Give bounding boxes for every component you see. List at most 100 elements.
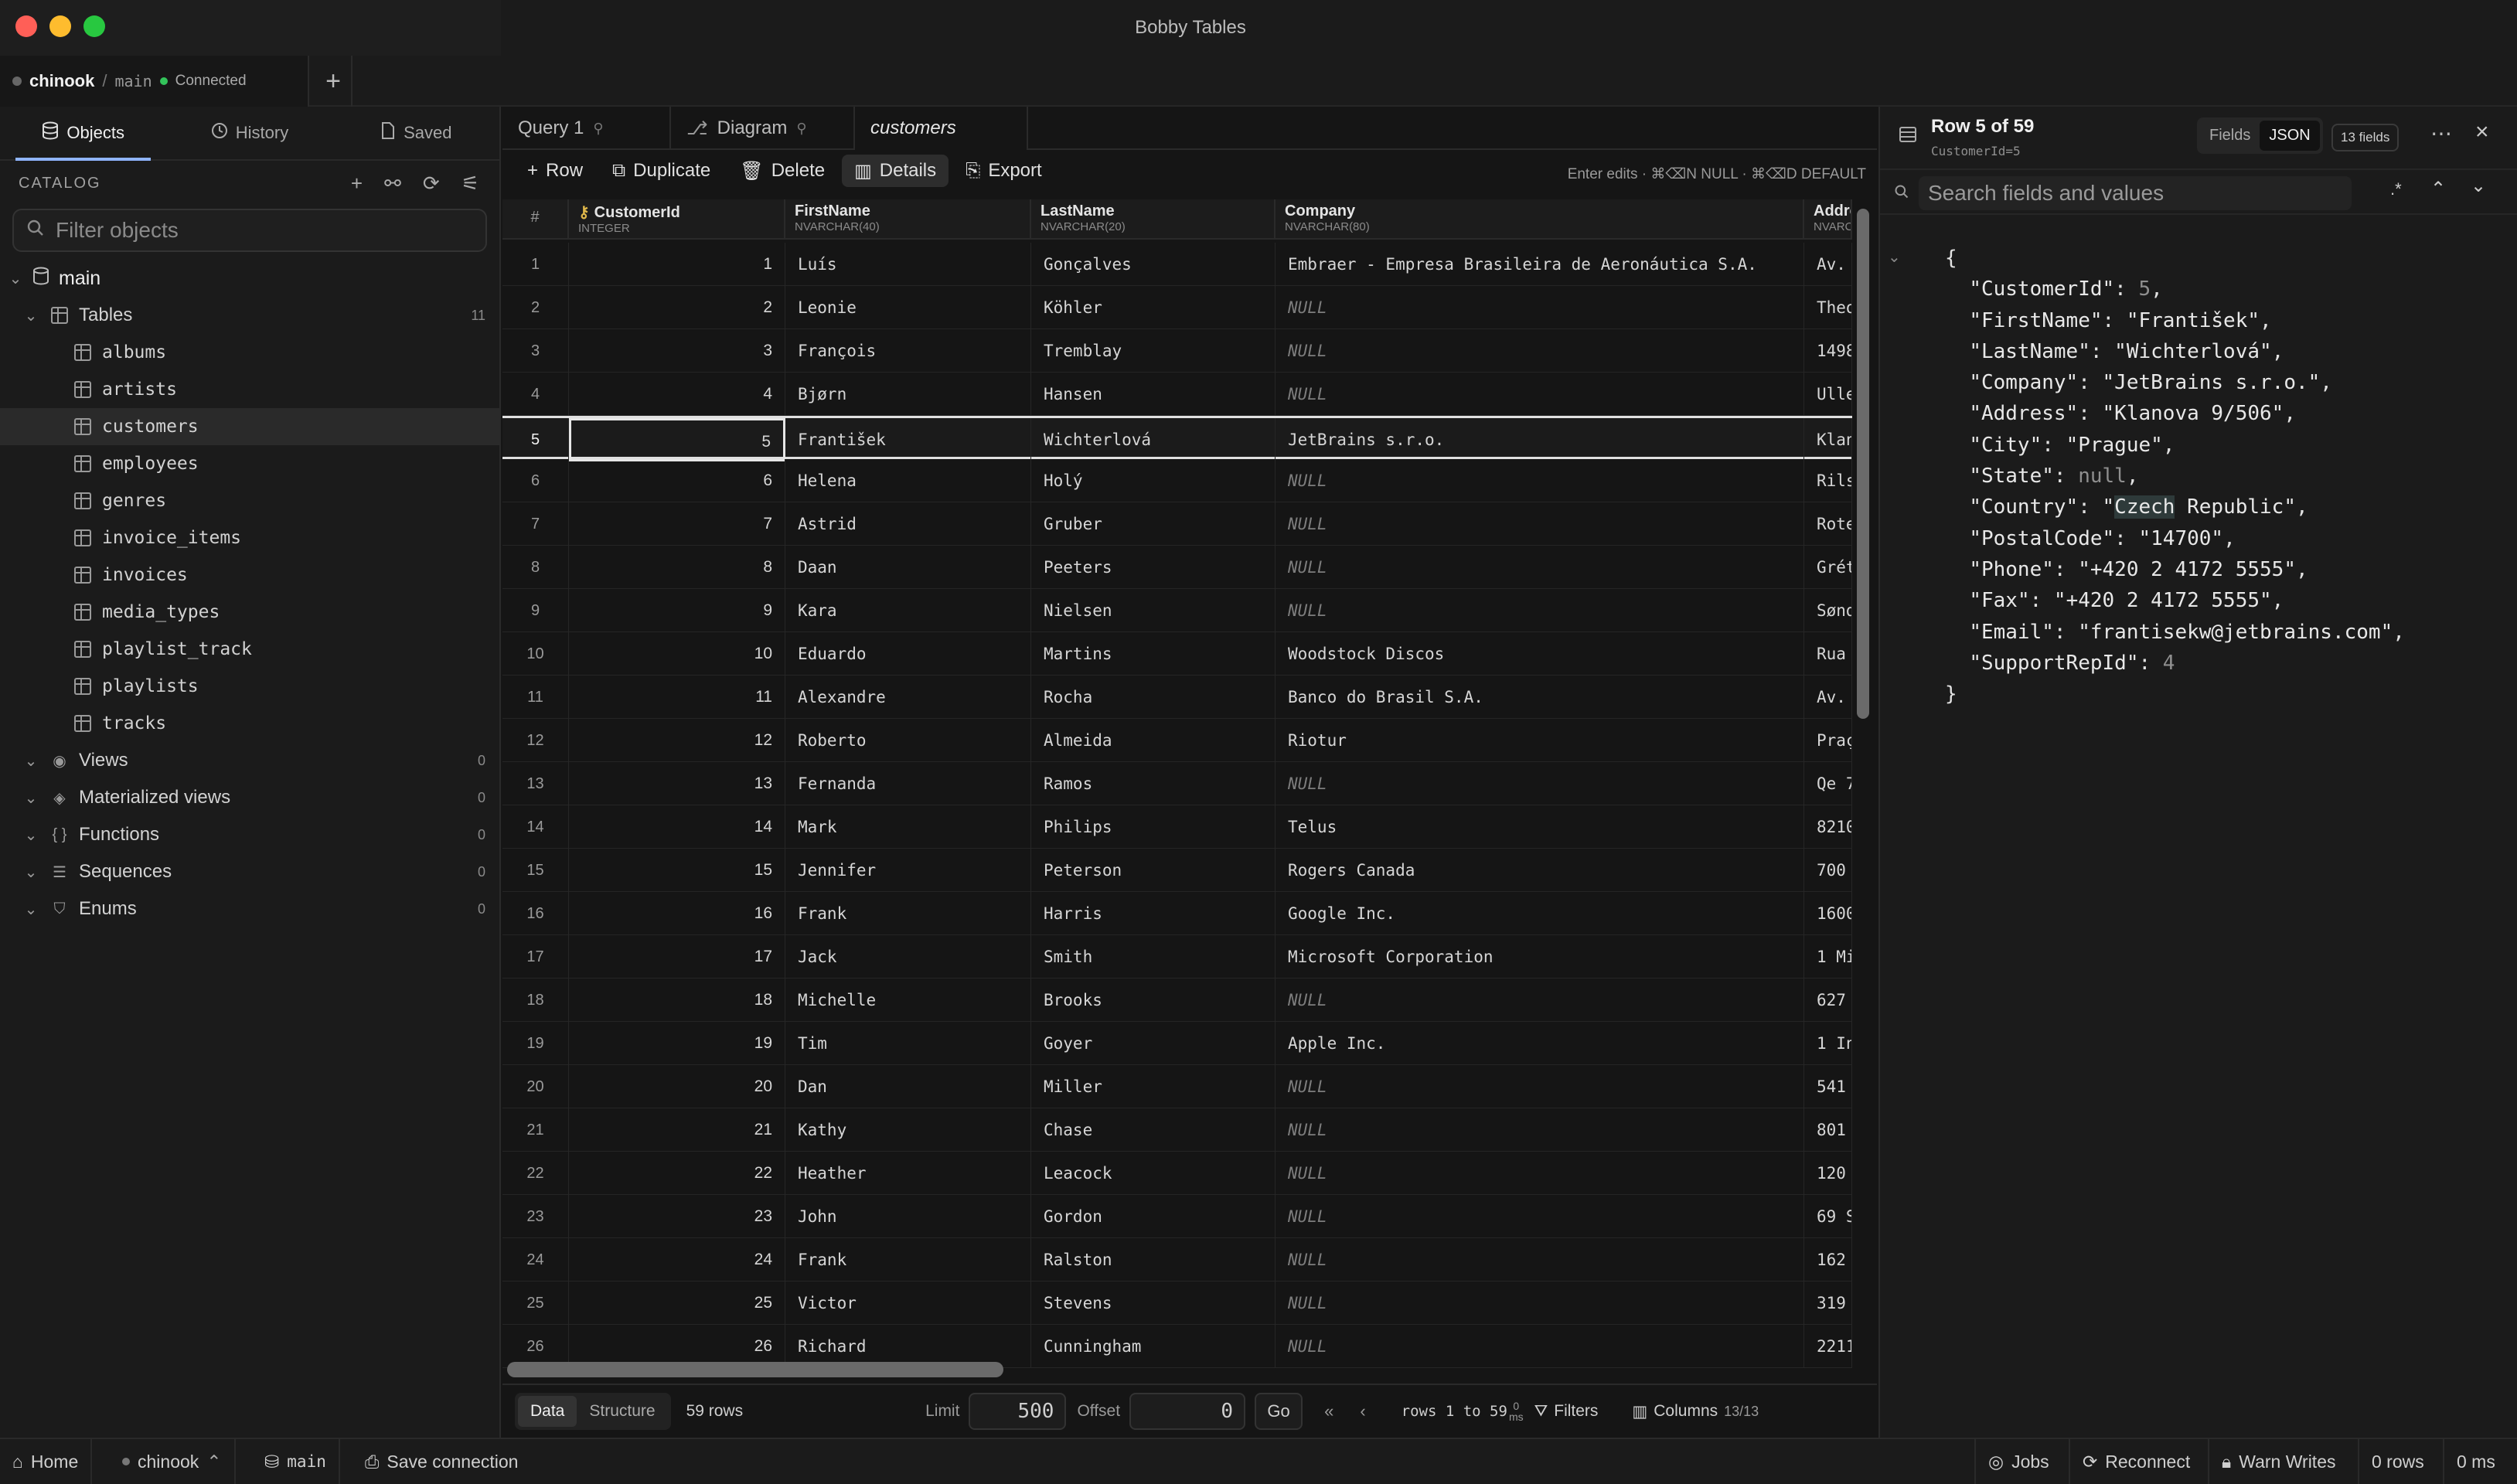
cell-firstname[interactable]: Helena — [785, 459, 1031, 502]
cell-firstname[interactable]: Victor — [785, 1281, 1031, 1325]
column-header-addre[interactable]: AddreNVARCH — [1804, 199, 1852, 240]
cell-addre[interactable]: 8210 — [1804, 805, 1852, 849]
cell-company[interactable]: NULL — [1276, 373, 1804, 416]
cell-addre[interactable]: 541 D — [1804, 1065, 1852, 1108]
cell-company[interactable]: NULL — [1276, 979, 1804, 1022]
details-button[interactable]: ▥ Details — [842, 155, 949, 187]
sidebar-item-invoice_items[interactable]: invoice_items — [0, 519, 499, 556]
cell-customerid[interactable]: 3 — [569, 329, 785, 373]
table-row[interactable]: 1717JackSmithMicrosoft Corporation1 Mic — [502, 935, 1852, 979]
cell-addre[interactable]: Av. P — [1804, 676, 1852, 719]
cell-lastname[interactable]: Rocha — [1031, 676, 1276, 719]
tab-diagram[interactable]: ⎇ Diagram ⚲ — [671, 107, 855, 150]
cell-company[interactable]: Google Inc. — [1276, 892, 1804, 935]
cell-company[interactable]: Embraer - Empresa Brasileira de Aeronáut… — [1276, 243, 1804, 286]
sidebar-item-genres[interactable]: genres — [0, 482, 499, 519]
tab-query-1[interactable]: Query 1 ⚲ — [502, 107, 671, 150]
chevron-down-icon[interactable]: ⌄ — [2471, 175, 2486, 197]
cell-customerid[interactable]: 22 — [569, 1152, 785, 1195]
table-row[interactable]: 1212RobertoAlmeidaRioturPraça — [502, 719, 1852, 762]
schema-indicator[interactable]: ⛁ main — [252, 1439, 340, 1484]
link-icon[interactable]: ⚯ — [384, 172, 403, 196]
cell-addre[interactable]: 319 N — [1804, 1281, 1852, 1325]
sidebar-item-playlist_track[interactable]: playlist_track — [0, 631, 499, 668]
save-connection-button[interactable]: ⎙ Save connection — [353, 1439, 530, 1484]
cell-company[interactable]: NULL — [1276, 1281, 1804, 1325]
cell-firstname[interactable]: Jack — [785, 935, 1031, 979]
sidebar-item-media_types[interactable]: media_types — [0, 594, 499, 631]
cell-customerid[interactable]: 13 — [569, 762, 785, 805]
cell-addre[interactable]: Roten — [1804, 502, 1852, 546]
table-row[interactable]: 99KaraNielsenNULLSønde — [502, 589, 1852, 632]
chevron-down-icon[interactable]: ⌄ — [20, 751, 42, 771]
tab-saved[interactable]: Saved — [333, 107, 499, 159]
cell-customerid[interactable]: 23 — [569, 1195, 785, 1238]
table-row[interactable]: 1818MichelleBrooksNULL627 B — [502, 979, 1852, 1022]
cell-customerid[interactable]: 7 — [569, 502, 785, 546]
add-object-icon[interactable]: + — [351, 172, 364, 196]
tree-group-tables[interactable]: ⌄ Tables 11 — [0, 297, 499, 334]
json-field[interactable]: "Phone": "+420 2 4172 5555", — [1969, 558, 2308, 581]
cell-addre[interactable]: Grétr — [1804, 546, 1852, 589]
previous-page-icon[interactable]: ‹ — [1360, 1401, 1365, 1421]
cell-firstname[interactable]: František — [785, 418, 1031, 461]
table-row[interactable]: 2525VictorStevensNULL319 N — [502, 1281, 1852, 1325]
filter-objects-input[interactable]: Filter objects — [12, 209, 487, 252]
sidebar-item-playlists[interactable]: playlists — [0, 668, 499, 705]
cell-lastname[interactable]: Brooks — [1031, 979, 1276, 1022]
json-field[interactable]: "PostalCode": "14700", — [1969, 527, 2235, 550]
cell-company[interactable]: Banco do Brasil S.A. — [1276, 676, 1804, 719]
cell-customerid[interactable]: 9 — [569, 589, 785, 632]
table-row[interactable]: 5 5 František Wichterlová JetBrains s.r.o. Kl… — [502, 416, 1852, 461]
cell-lastname[interactable]: Wichterlová — [1031, 418, 1276, 461]
sidebar-item-albums[interactable]: albums — [0, 334, 499, 371]
column-header-lastname[interactable]: LastName NVARCHAR(20) — [1031, 199, 1276, 240]
cell-company[interactable]: NULL — [1276, 286, 1804, 329]
table-row[interactable]: 1515JenniferPetersonRogers Canada700 W — [502, 849, 1852, 892]
more-options-icon[interactable]: ⋯ — [2430, 121, 2452, 146]
detail-search-input[interactable]: Search fields and values — [1919, 176, 2352, 210]
sidebar-item-invoices[interactable]: invoices — [0, 556, 499, 594]
table-row[interactable]: 2323JohnGordonNULL69 Sa — [502, 1195, 1852, 1238]
cell-addre[interactable]: 1498 — [1804, 329, 1852, 373]
chevron-down-icon[interactable]: ⌄ — [20, 900, 42, 919]
cell-customerid[interactable]: 5 — [569, 418, 785, 461]
tab-customers[interactable]: customers — [855, 107, 1028, 150]
cell-company[interactable]: Rogers Canada — [1276, 849, 1804, 892]
table-row[interactable]: 13 13 Fernanda Ramos NULL Qe 7 — [502, 762, 1852, 805]
cell-company[interactable]: NULL — [1276, 1195, 1804, 1238]
cell-lastname[interactable]: Holý — [1031, 459, 1276, 502]
cell-firstname[interactable]: Luís — [785, 243, 1031, 286]
cell-firstname[interactable]: Astrid — [785, 502, 1031, 546]
json-field[interactable]: "CustomerId": 5, — [1969, 277, 2162, 301]
cell-firstname[interactable]: Roberto — [785, 719, 1031, 762]
cell-lastname[interactable]: Smith — [1031, 935, 1276, 979]
table-row[interactable]: 2424FrankRalstonNULL162 E — [502, 1238, 1852, 1281]
cell-lastname[interactable]: Almeida — [1031, 719, 1276, 762]
cell-firstname[interactable]: Tim — [785, 1022, 1031, 1065]
tree-group-functions[interactable]: ⌄ { } Functions 0 — [0, 816, 499, 853]
fields-view-button[interactable]: Fields — [2200, 121, 2260, 151]
table-row[interactable]: 11 11 Alexandre Rocha Banco do Brasil S.A. Av… — [502, 676, 1852, 719]
table-row[interactable]: 14 14 Mark Philips Telus 8210 — [502, 805, 1852, 849]
cell-customerid[interactable]: 4 — [569, 373, 785, 416]
json-field[interactable]: "Fax": "+420 2 4172 5555", — [1969, 589, 2284, 612]
cell-firstname[interactable]: Daan — [785, 546, 1031, 589]
cell-customerid[interactable]: 10 — [569, 632, 785, 676]
data-view-button[interactable]: Data — [518, 1396, 577, 1427]
json-field[interactable]: "SupportRepId": 4 — [1969, 652, 2175, 675]
cell-lastname[interactable]: Stevens — [1031, 1281, 1276, 1325]
cell-customerid[interactable]: 6 — [569, 459, 785, 502]
cell-lastname[interactable]: Gordon — [1031, 1195, 1276, 1238]
json-field[interactable]: "Email": "frantisekw@jetbrains.com", — [1969, 621, 2405, 644]
json-field[interactable]: "Country": "Czech Republic", — [1969, 495, 2308, 519]
chevron-down-icon[interactable]: ⌄ — [20, 788, 42, 808]
table-row[interactable]: 16 16 Frank Harris Google Inc. 1600 — [502, 892, 1852, 935]
cell-addre[interactable]: 1600 — [1804, 892, 1852, 935]
cell-firstname[interactable]: Eduardo — [785, 632, 1031, 676]
settings-sliders-icon[interactable]: ⚟ — [462, 172, 481, 196]
cell-lastname[interactable]: Harris — [1031, 892, 1276, 935]
cell-addre[interactable]: 1 Inf — [1804, 1022, 1852, 1065]
filters-button[interactable]: ⛛ Filters — [1534, 1402, 1599, 1421]
cell-addre[interactable]: Av. B — [1804, 243, 1852, 286]
